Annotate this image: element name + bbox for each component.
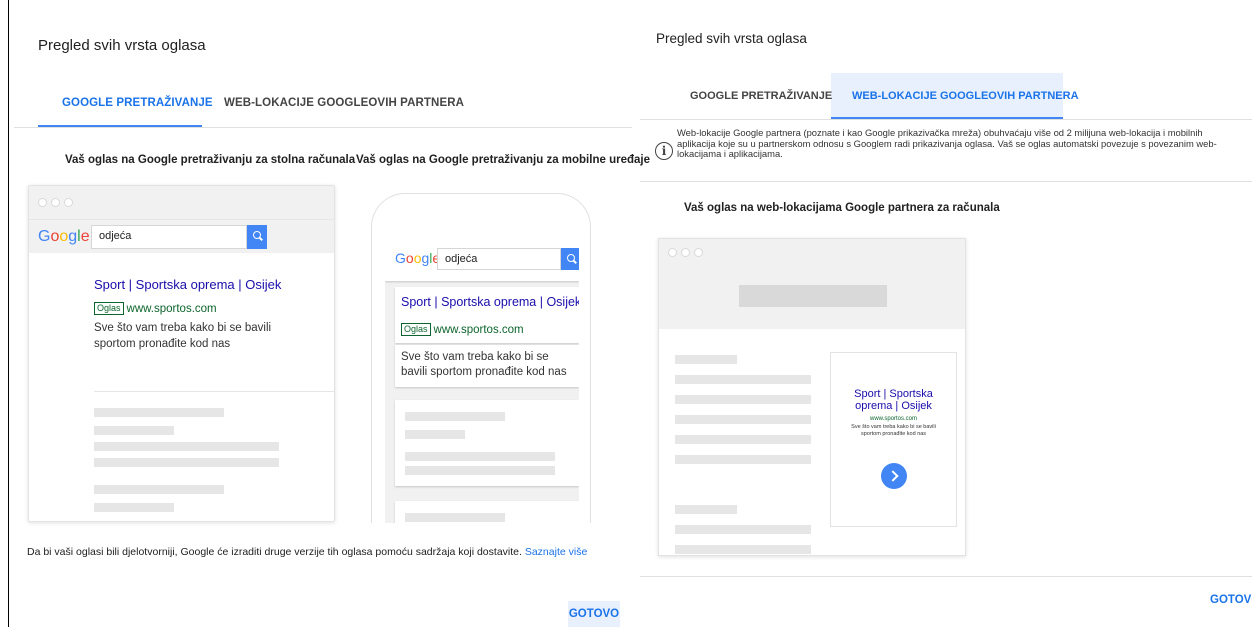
window-dot xyxy=(681,248,690,257)
tab-partner-sites[interactable]: WEB-LOKACIJE GOOGLEOVIH PARTNERA xyxy=(224,97,464,109)
ad-description: Sve što vam treba kako bi se bavili spor… xyxy=(401,351,567,378)
footer-note: Da bi vaši oglasi bili djelotvorniji, Go… xyxy=(27,546,587,558)
window-dot xyxy=(668,248,677,257)
tab-divider xyxy=(640,119,1252,120)
placeholder-line xyxy=(675,395,811,404)
placeholder-line xyxy=(405,452,555,461)
placeholder-line xyxy=(94,458,279,467)
search-input: odjeća xyxy=(91,225,247,249)
header-banner-placeholder xyxy=(739,285,887,307)
info-icon: i xyxy=(655,142,673,160)
search-icon xyxy=(561,248,579,270)
tab-google-search[interactable]: GOOGLE PRETRAŽIVANJE xyxy=(62,97,213,109)
google-logo: Google xyxy=(395,250,440,266)
ad-url-line: Oglas www.sportos.com xyxy=(401,320,524,338)
placeholder-line xyxy=(94,503,174,512)
mobile-ad-description-card: Sve što vam treba kako bi se bavili spor… xyxy=(395,345,579,387)
google-logo: Google xyxy=(38,228,90,245)
mobile-ad-preview: Google odjeća Sport | Sportska oprema | … xyxy=(385,237,579,523)
tab-partner-sites[interactable]: WEB-LOKACIJE GOOGLEOVIH PARTNERA xyxy=(852,90,1079,102)
placeholder-line xyxy=(405,466,555,475)
placeholder-line xyxy=(675,545,811,554)
placeholder-line xyxy=(675,455,811,464)
footer-text: Da bi vaši oglasi bili djelotvorniji, Go… xyxy=(27,546,522,558)
site-header xyxy=(659,239,965,329)
dialog-title: Pregled svih vrsta oglasa xyxy=(656,31,807,46)
placeholder-line xyxy=(675,415,811,424)
info-divider xyxy=(640,181,1252,182)
done-button[interactable]: GOTOVO xyxy=(1210,594,1252,606)
desktop-preview-caption: Vaš oglas na Google pretraživanju za sto… xyxy=(65,154,356,166)
placeholder-line xyxy=(405,412,505,421)
ad-url: www.sportos.com xyxy=(433,324,524,336)
desktop-ad-preview: Google odjeća Sport | Sportska oprema | … xyxy=(28,185,335,522)
mobile-preview-caption: Vaš oglas na Google pretraživanju za mob… xyxy=(356,154,650,166)
placeholder-line xyxy=(675,435,811,444)
placeholder-line xyxy=(675,355,737,364)
ad-badge: Oglas xyxy=(94,302,124,315)
placeholder-line xyxy=(94,426,174,435)
tab-google-search[interactable]: GOOGLE PRETRAŽIVANJE xyxy=(690,90,832,102)
result-divider xyxy=(94,391,334,392)
footer-divider xyxy=(640,576,1252,577)
ad-badge: Oglas xyxy=(401,323,431,336)
window-dot xyxy=(51,198,60,207)
partner-site-preview: Sport | Sportska oprema | Osijek www.spo… xyxy=(658,238,966,556)
chevron-right-icon xyxy=(881,463,907,489)
display-ad-box: Sport | Sportska oprema | Osijek www.spo… xyxy=(830,352,957,527)
placeholder-line xyxy=(675,505,737,514)
ad-headline: Sport | Sportska oprema | Osijek xyxy=(401,295,579,309)
partner-preview-caption: Vaš oglas na web-lokacijama Google partn… xyxy=(684,202,1000,214)
ad-url-line: Oglas www.sportos.com xyxy=(94,299,217,317)
ad-url: www.sportos.com xyxy=(869,416,917,422)
learn-more-link[interactable]: Saznajte više xyxy=(525,546,587,558)
mobile-ad-card: Sport | Sportska oprema | Osijek Oglas ww… xyxy=(395,287,579,343)
ad-description: Sve što vam treba kako bi se bavili spor… xyxy=(851,424,936,437)
placeholder-line xyxy=(94,408,224,417)
placeholder-line xyxy=(405,513,505,522)
window-edge-line xyxy=(8,0,9,627)
ad-url: www.sportos.com xyxy=(126,303,217,315)
ad-headline: Sport | Sportska oprema | Osijek xyxy=(94,277,282,292)
window-dot xyxy=(64,198,73,207)
tab-divider xyxy=(14,127,632,128)
dialog-title: Pregled svih vrsta oglasa xyxy=(38,37,206,54)
ad-description: Sve što vam treba kako bi se bavili spor… xyxy=(94,322,272,350)
browser-toolbar xyxy=(29,186,334,220)
window-dot xyxy=(38,198,47,207)
placeholder-line xyxy=(405,430,465,439)
placeholder-line xyxy=(675,375,811,384)
ad-headline: Sport | Sportska oprema | Osijek xyxy=(854,388,933,412)
placeholder-card xyxy=(395,400,579,486)
search-icon xyxy=(247,225,267,249)
search-header: Google odjeća xyxy=(29,220,334,253)
mobile-search-header: Google odjeća xyxy=(385,237,579,281)
search-input: odjeća xyxy=(437,248,561,270)
placeholder-line xyxy=(94,485,224,494)
placeholder-card xyxy=(395,501,579,523)
done-button[interactable]: GOTOVO xyxy=(568,601,620,627)
info-text: Web-lokacije Google partnera (poznate i … xyxy=(677,127,1217,159)
placeholder-line xyxy=(94,442,279,451)
placeholder-line xyxy=(675,525,811,534)
window-dot xyxy=(694,248,703,257)
